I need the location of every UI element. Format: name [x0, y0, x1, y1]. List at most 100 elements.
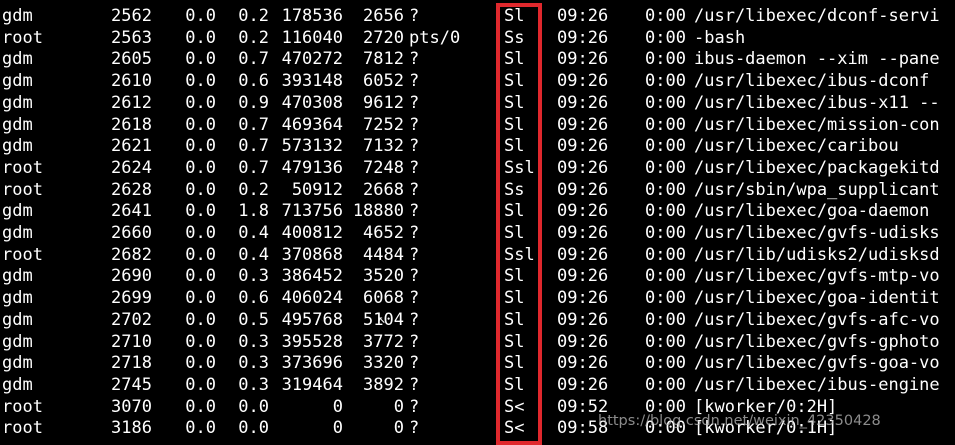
process-row: gdm 2745 0.0 0.3 319464 3892? Sl 09:26 0:00/usr/… [0, 375, 955, 397]
process-command-cell: /usr/libexec/gvfs-mtp-vo [694, 266, 940, 287]
process-vsz-cell: 370868 [281, 244, 343, 265]
mouse-cursor-icon: ↖ [378, 312, 386, 327]
process-rss-cell: 4652 [363, 223, 404, 243]
process-cpu-cell: 0.0 [185, 27, 216, 48]
process-command-cell: /usr/libexec/gvfs-udisks [694, 223, 940, 243]
process-rss-cell: 3520 [363, 266, 404, 287]
process-stat-cell: Sl [504, 71, 525, 92]
process-command-cell: /usr/lib/udisks2/udisksd [694, 244, 940, 265]
process-time-cell: 0:00 [645, 309, 686, 330]
process-start-cell: 09:26 [557, 179, 609, 200]
process-vsz-cell: 495768 [281, 309, 343, 330]
process-start-cell: 09:26 [557, 374, 609, 395]
process-time-cell: 0:00 [645, 157, 686, 178]
process-tty-cell: ? [409, 6, 420, 26]
process-pid-cell: 2618 [111, 114, 152, 135]
process-command-cell: -bash [694, 27, 746, 48]
process-command-cell: /usr/sbin/wpa_supplicant [694, 179, 940, 200]
process-row: gdm 2702 0.0 0.5 495768 5104? Sl 09:26 0:00/usr/… [0, 310, 955, 332]
process-vsz-cell: 713756 [281, 201, 343, 222]
process-tty-cell: pts/0 [409, 27, 461, 48]
process-row: gdm 2605 0.0 0.7 470272 7812? Sl 09:26 0:00 ibus-… [0, 49, 955, 71]
process-user-cell: root [2, 418, 43, 439]
process-command-cell: /usr/libexec/caribou [694, 136, 899, 157]
process-row: root 2628 0.0 0.2 50912 2668? Ss 09:26 0:00/usr/… [0, 180, 955, 202]
process-user-cell: gdm [2, 114, 33, 135]
process-tty-cell: ? [409, 266, 420, 287]
process-time-cell: 0:00 [645, 288, 686, 309]
process-cpu-cell: 0.0 [185, 244, 216, 265]
process-stat-cell: Sl [504, 266, 525, 287]
process-vsz-cell: 0 [332, 418, 343, 439]
process-start-cell: 09:26 [557, 244, 609, 265]
process-tty-cell: ? [409, 396, 420, 417]
process-stat-cell: Ss [504, 179, 525, 200]
process-user-cell: root [2, 244, 43, 265]
process-user-cell: gdm [2, 136, 33, 157]
process-mem-cell: 0.2 [238, 6, 269, 26]
process-pid-cell: 2563 [111, 27, 152, 48]
process-row: gdm 2718 0.0 0.3 373696 3320? Sl 09:26 0:00/usr/… [0, 353, 955, 375]
process-time-cell: 0:00 [645, 6, 686, 26]
process-cpu-cell: 0.0 [185, 418, 216, 439]
process-cpu-cell: 0.0 [185, 157, 216, 178]
process-rss-cell: 4484 [363, 244, 404, 265]
process-vsz-cell: 116040 [281, 27, 343, 48]
process-vsz-cell: 393148 [281, 71, 343, 92]
process-time-cell: 0:00 [645, 179, 686, 200]
process-mem-cell: 0.2 [238, 27, 269, 48]
process-pid-cell: 2718 [111, 353, 152, 374]
process-stat-cell: Sl [504, 288, 525, 309]
process-start-cell: 09:26 [557, 201, 609, 222]
process-user-cell: gdm [2, 374, 33, 395]
process-vsz-cell: 373696 [281, 353, 343, 374]
process-stat-cell: Sl [504, 114, 525, 135]
process-pid-cell: 2621 [111, 136, 152, 157]
process-time-cell: 0:00 [645, 353, 686, 374]
process-row: gdm 2562 0.0 0.2 178536 2656? Sl 09:26 0:00/usr/… [0, 6, 955, 28]
process-pid-cell: 3070 [111, 396, 152, 417]
process-command-cell: /usr/libexec/dconf-servi [694, 6, 940, 26]
process-user-cell: gdm [2, 266, 33, 287]
process-cpu-cell: 0.0 [185, 374, 216, 395]
process-user-cell: gdm [2, 288, 33, 309]
process-pid-cell: 2690 [111, 266, 152, 287]
process-rss-cell: 2720 [363, 27, 404, 48]
process-rss-cell: 7812 [363, 49, 404, 70]
process-time-cell: 0:00 [645, 92, 686, 113]
process-tty-cell: ? [409, 374, 420, 395]
process-start-cell: 09:26 [557, 92, 609, 113]
process-mem-cell: 0.3 [238, 353, 269, 374]
process-rss-cell: 0 [393, 396, 404, 417]
process-start-cell: 09:26 [557, 309, 609, 330]
process-pid-cell: 2682 [111, 244, 152, 265]
process-tty-cell: ? [409, 353, 420, 374]
process-pid-cell: 2605 [111, 49, 152, 70]
process-start-cell: 09:26 [557, 49, 609, 70]
process-time-cell: 0:00 [645, 114, 686, 135]
process-row: gdm 2690 0.0 0.3 386452 3520? Sl 09:26 0:00/usr/… [0, 266, 955, 288]
process-cpu-cell: 0.0 [185, 396, 216, 417]
process-cpu-cell: 0.0 [185, 223, 216, 243]
process-rss-cell: 3772 [363, 331, 404, 352]
process-mem-cell: 0.3 [238, 374, 269, 395]
process-start-cell: 09:26 [557, 114, 609, 135]
process-tty-cell: ? [409, 114, 420, 135]
terminal-window[interactable]: gdm 2562 0.0 0.2 178536 2656? Sl 09:26 0:00/usr/… [0, 0, 955, 445]
process-rss-cell: 6068 [363, 288, 404, 309]
process-mem-cell: 0.4 [238, 223, 269, 243]
process-rss-cell: 3892 [363, 374, 404, 395]
process-vsz-cell: 400812 [281, 223, 343, 243]
process-row: gdm 2660 0.0 0.4 400812 4652? Sl 09:26 0:00/usr/… [0, 223, 955, 245]
process-start-cell: 09:26 [557, 157, 609, 178]
process-mem-cell: 0.5 [238, 309, 269, 330]
process-mem-cell: 0.2 [238, 179, 269, 200]
process-user-cell: root [2, 179, 43, 200]
process-start-cell: 09:26 [557, 71, 609, 92]
process-command-cell: ibus-daemon --xim --pane [694, 49, 940, 70]
process-stat-cell: S< [504, 396, 525, 417]
process-cpu-cell: 0.0 [185, 49, 216, 70]
process-command-cell: /usr/libexec/gvfs-gphoto [694, 331, 940, 352]
process-user-cell: gdm [2, 201, 33, 222]
process-command-cell: /usr/libexec/goa-daemon [694, 201, 930, 222]
